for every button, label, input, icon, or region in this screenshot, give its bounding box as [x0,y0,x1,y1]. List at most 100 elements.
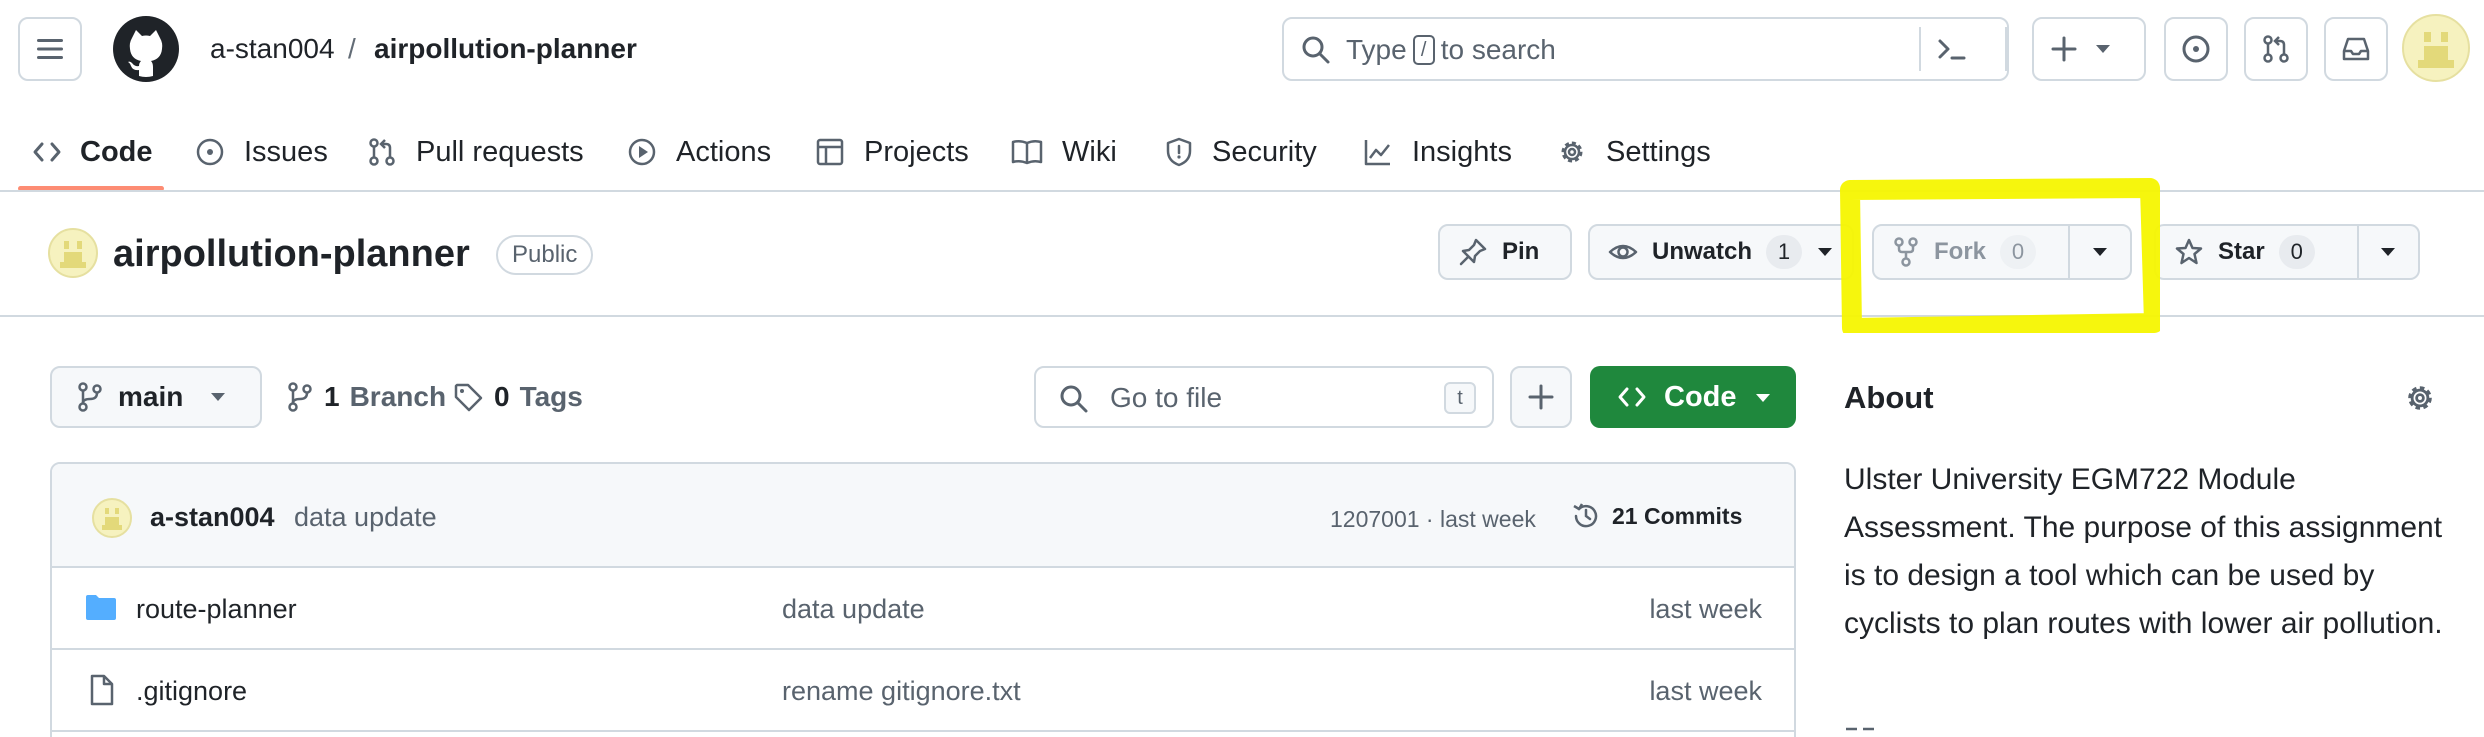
git-pull-request-icon [2263,35,2289,63]
git-pull-request-icon [369,138,395,166]
tag-icon [454,383,483,412]
tab-pull-requests-label: Pull requests [416,135,584,168]
triangle-down-icon [2381,248,2396,256]
go-to-file-shortcut: t [1444,382,1476,414]
commit-message[interactable]: data update [294,500,437,534]
tab-insights-label: Insights [1412,135,1512,168]
search-shortcut-key: / [1412,35,1435,65]
tab-projects-label: Projects [864,135,969,168]
star-count: 0 [2278,235,2315,269]
tag-count-label: Tags [519,381,583,412]
triangle-down-icon [211,393,226,401]
search-icon [1302,36,1330,64]
code-icon [1618,387,1646,407]
about-description: Ulster University EGM722 Module Assessme… [1844,463,2443,640]
file-name[interactable]: .gitignore [136,674,247,708]
tab-code-label: Code [80,135,153,168]
repo-title[interactable]: airpollution-planner [113,232,470,276]
breadcrumb-repo[interactable]: airpollution-planner [374,28,637,70]
pin-button[interactable]: Pin [1438,224,1572,280]
tab-issues-label: Issues [244,135,328,168]
star-button[interactable]: Star 0 [2154,224,2420,280]
watch-button[interactable]: Unwatch 1 [1588,224,1854,280]
file-row[interactable]: .gitignore rename gitignore.txt last wee… [52,650,1794,732]
file-table: a-stan004 data update 1207001 · last wee… [50,462,1796,737]
table-icon [816,138,844,166]
inbox-button[interactable] [2324,17,2388,81]
owner-avatar[interactable] [48,228,98,278]
issues-button[interactable] [2164,17,2228,81]
code-button-label: Code [1664,380,1737,413]
tab-settings[interactable]: Settings [1556,122,1711,182]
file-commit-message[interactable]: data update [782,592,925,626]
branch-count: 1 [324,381,340,412]
search-suffix: to search [1440,34,1556,65]
search-icon [1060,385,1088,413]
add-file-button[interactable] [1510,366,1572,428]
triangle-down-icon [1756,394,1770,402]
header-divider [2005,27,2007,71]
tab-wiki[interactable]: Wiki [1010,122,1117,182]
tab-actions[interactable]: Actions [626,122,771,182]
tab-settings-label: Settings [1606,135,1711,168]
branch-count-label: Branch [349,381,447,412]
breadcrumb-owner[interactable]: a-stan004 [210,28,335,70]
file-name[interactable]: route-planner [136,592,297,626]
pin-icon [1459,238,1487,266]
github-logo-icon[interactable] [113,16,179,82]
create-new-button[interactable] [2032,17,2146,81]
pull-requests-button[interactable] [2244,17,2308,81]
triangle-down-icon [2096,45,2110,53]
branch-name: main [118,381,184,412]
commit-author-avatar[interactable] [92,498,132,538]
tab-wiki-label: Wiki [1062,135,1117,168]
tab-code[interactable]: Code [32,122,153,182]
highlight-annotation [1840,178,2160,333]
issue-opened-icon [2182,35,2210,63]
tab-pull-requests[interactable]: Pull requests [366,122,584,182]
search-input[interactable]: Type / to search [1282,17,2009,81]
branches-link[interactable]: 1 Branch [286,372,446,422]
tab-security[interactable]: Security [1164,122,1317,182]
commit-sha-time[interactable]: 1207001 · last week [1330,504,1536,534]
git-branch-icon [78,382,102,412]
gear-icon[interactable] [2402,380,2438,416]
star-label: Star [2218,238,2265,265]
file-commit-time: last week [1649,594,1762,624]
git-branch-icon [288,382,312,412]
user-avatar[interactable] [2402,14,2470,82]
menu-button[interactable] [18,17,82,81]
plus-icon [1528,384,1554,410]
tab-issues[interactable]: Issues [194,122,328,182]
book-icon [1846,727,1874,731]
eye-icon [1608,244,1638,260]
breadcrumb-separator: / [348,33,356,64]
command-palette-icon[interactable] [1934,31,1970,67]
book-icon [1011,139,1043,165]
tags-link[interactable]: 0 Tags [452,372,583,422]
hamburger-icon [37,39,63,59]
tab-projects[interactable]: Projects [814,122,969,182]
code-button[interactable]: Code [1590,366,1796,428]
commit-author[interactable]: a-stan004 [150,500,275,534]
go-to-file-input[interactable]: Go to file t [1034,366,1494,428]
star-dropdown[interactable] [2356,226,2418,278]
tag-count: 0 [494,381,510,412]
commits-link[interactable]: 21 Commits [1570,496,1742,536]
watch-count: 1 [1766,235,1803,269]
branch-selector[interactable]: main [50,366,262,428]
file-commit-time: last week [1649,676,1762,706]
file-commit-message[interactable]: rename gitignore.txt [782,674,1021,708]
identicon-icon [102,508,122,530]
play-icon [628,138,656,166]
global-header: a-stan004 / airpollution-planner Type / … [0,0,2484,98]
tab-insights[interactable]: Insights [1362,122,1512,182]
file-row[interactable]: route-planner data update last week [52,568,1794,650]
tab-actions-label: Actions [676,135,772,168]
visibility-badge: Public [496,235,594,275]
latest-commit-row: a-stan004 data update 1207001 · last wee… [52,464,1794,568]
folder-icon [86,595,116,620]
triangle-down-icon [1818,248,1833,256]
search-placeholder: Type / to search [1346,33,1556,67]
search-prefix: Type [1346,34,1407,65]
